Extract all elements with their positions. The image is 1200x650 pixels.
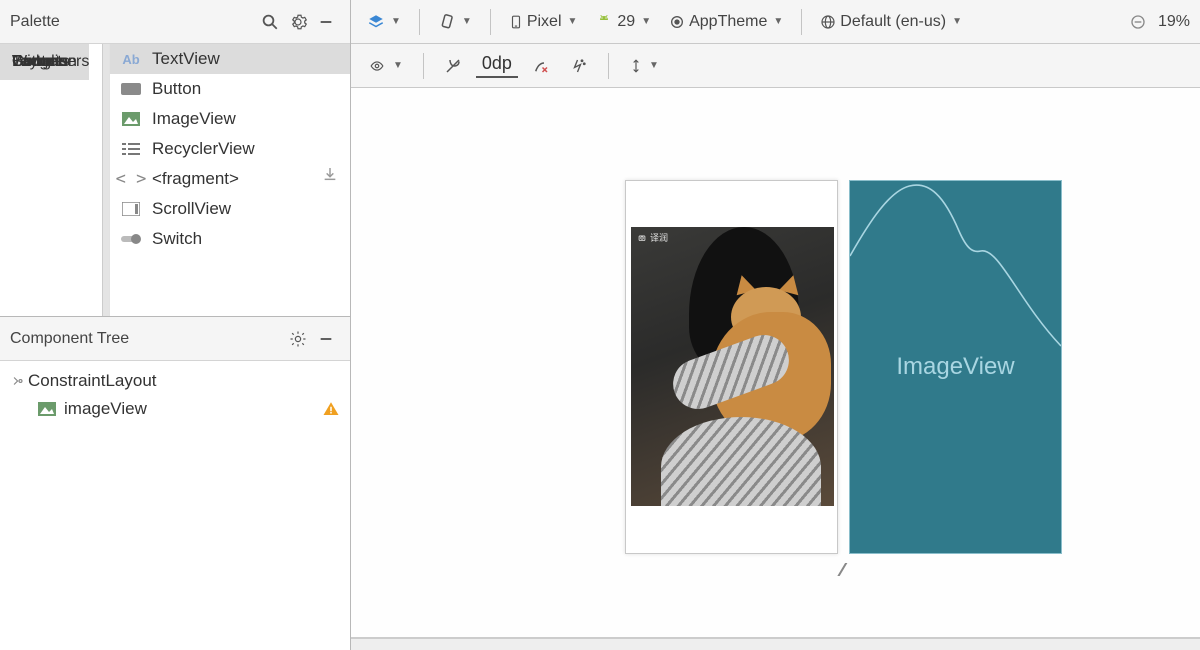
palette-item-label: <fragment>: [152, 169, 239, 189]
orientation-dropdown[interactable]: ▼: [432, 9, 478, 35]
palette-category-google[interactable]: Google: [0, 44, 76, 80]
tree-node-label: imageView: [64, 399, 147, 419]
chevron-down-icon: ▼: [391, 16, 401, 27]
textview-icon: Ab: [120, 50, 142, 68]
download-icon[interactable]: [322, 166, 338, 182]
api-dropdown[interactable]: 29 ▼: [589, 9, 657, 35]
clear-constraints-button[interactable]: [526, 53, 556, 79]
blueprint-preview[interactable]: ImageView: [849, 180, 1062, 554]
switch-icon: [120, 230, 142, 248]
gear-icon[interactable]: [284, 8, 312, 36]
palette-item-scrollview[interactable]: ScrollView: [110, 194, 350, 224]
chevron-down-icon: ▼: [462, 16, 472, 27]
palette-item-label: RecyclerView: [152, 139, 255, 159]
locale-label: Default (en-us): [840, 13, 946, 31]
tree-node-imageview[interactable]: imageView: [0, 395, 350, 423]
theme-dropdown[interactable]: AppTheme ▼: [663, 9, 789, 35]
image-watermark: 译润: [637, 231, 668, 244]
palette-title: Palette: [10, 13, 256, 31]
config-bar: ▼ ▼ Pixel ▼ 29 ▼ AppTheme ▼: [351, 0, 1200, 44]
palette-item-imageview[interactable]: ImageView: [110, 104, 350, 134]
chevron-down-icon: ▼: [952, 16, 962, 27]
tree-collapse-icon[interactable]: [10, 374, 28, 388]
chevron-down-icon: ▼: [641, 16, 651, 27]
component-tree-body: ConstraintLayout imageView: [0, 361, 350, 650]
palette-item-textview[interactable]: Ab TextView: [110, 44, 350, 74]
zoom-value: 19%: [1158, 13, 1190, 31]
locale-dropdown[interactable]: Default (en-us) ▼: [814, 9, 968, 35]
chevron-down-icon: ▼: [568, 16, 578, 27]
design-canvas[interactable]: 译润 ⁄⁄ ImageView: [351, 88, 1200, 638]
palette-item-button[interactable]: Button: [110, 74, 350, 104]
palette-item-recyclerview[interactable]: RecyclerView: [110, 134, 350, 164]
design-toolbar: ▼ 0dp ▼: [351, 44, 1200, 88]
gear-icon[interactable]: [284, 325, 312, 353]
theme-label: AppTheme: [689, 13, 767, 31]
minimize-icon[interactable]: [312, 325, 340, 353]
device-dropdown[interactable]: Pixel ▼: [503, 9, 584, 35]
warning-icon[interactable]: [322, 400, 340, 418]
guidelines-dropdown[interactable]: ▼: [623, 53, 665, 79]
autoconnect-toggle[interactable]: [438, 53, 468, 79]
minimize-icon[interactable]: [312, 8, 340, 36]
palette-items: Ab TextView Button ImageView RecyclerVie…: [110, 44, 350, 316]
palette-item-label: TextView: [152, 49, 220, 69]
component-tree-title: Component Tree: [10, 330, 284, 348]
chevron-down-icon: ▼: [393, 60, 403, 71]
tree-root-constraintlayout[interactable]: ConstraintLayout: [0, 367, 350, 395]
search-icon[interactable]: [256, 8, 284, 36]
zoom-out-button[interactable]: [1124, 10, 1152, 34]
palette-header: Palette: [0, 0, 350, 44]
chevron-down-icon: ▼: [773, 16, 783, 27]
blueprint-placeholder-label: ImageView: [850, 353, 1061, 381]
palette-item-switch[interactable]: Switch: [110, 224, 350, 254]
design-preview[interactable]: 译润: [625, 180, 838, 554]
palette-item-fragment[interactable]: < > <fragment>: [110, 164, 350, 194]
view-options-dropdown[interactable]: ▼: [361, 55, 409, 77]
palette-item-label: Button: [152, 79, 201, 99]
chevron-down-icon: ▼: [649, 60, 659, 71]
preview-imageview[interactable]: 译润: [631, 227, 834, 506]
design-surface-dropdown[interactable]: ▼: [361, 9, 407, 35]
button-icon: [120, 80, 142, 98]
fragment-icon: < >: [120, 170, 142, 188]
infer-constraints-button[interactable]: [564, 53, 594, 79]
palette-item-label: ScrollView: [152, 199, 231, 219]
device-label: Pixel: [527, 13, 562, 31]
imageview-icon: [36, 400, 58, 418]
api-label: 29: [617, 13, 635, 31]
palette-categories: Common Text Buttons Widgets Layouts Cont…: [0, 44, 110, 316]
component-tree-header: Component Tree: [0, 317, 350, 361]
default-margin-input[interactable]: 0dp: [476, 53, 518, 78]
imageview-icon: [120, 110, 142, 128]
palette-item-label: Switch: [152, 229, 202, 249]
palette-item-label: ImageView: [152, 109, 236, 129]
status-bar: [351, 638, 1200, 650]
scrollview-icon: [120, 200, 142, 218]
blueprint-outline: [850, 181, 1061, 351]
tree-node-label: ConstraintLayout: [28, 371, 157, 391]
recyclerview-icon: [120, 140, 142, 158]
